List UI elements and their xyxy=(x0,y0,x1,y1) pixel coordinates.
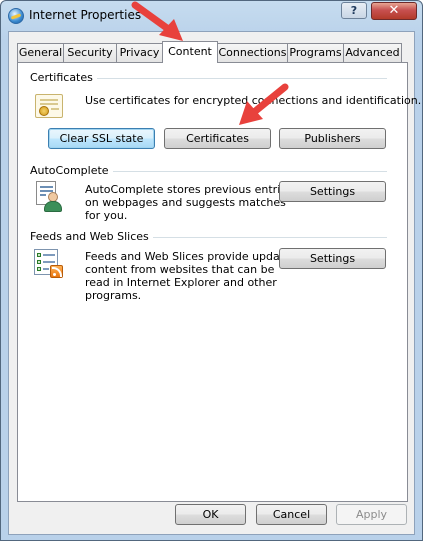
tab-programs[interactable]: Programs xyxy=(287,43,344,62)
certificates-divider xyxy=(90,78,387,79)
tab-content[interactable]: Content xyxy=(162,41,218,63)
feeds-divider xyxy=(150,237,387,238)
tab-privacy[interactable]: Privacy xyxy=(116,43,163,62)
tab-security[interactable]: Security xyxy=(63,43,117,62)
feeds-heading: Feeds and Web Slices xyxy=(30,230,153,243)
help-button[interactable]: ? xyxy=(341,2,367,19)
apply-button[interactable]: Apply xyxy=(336,504,407,525)
tab-advanced[interactable]: Advanced xyxy=(343,43,402,62)
certificates-heading: Certificates xyxy=(30,71,97,84)
dialog-client-area: General Security Privacy Content Connect… xyxy=(8,31,421,535)
certificates-button[interactable]: Certificates xyxy=(164,128,271,149)
close-button[interactable]: ✕ xyxy=(371,2,417,20)
cancel-button[interactable]: Cancel xyxy=(256,504,327,525)
tab-general[interactable]: General xyxy=(17,43,64,62)
internet-properties-window: Internet Properties ? ✕ General Security… xyxy=(0,0,423,541)
feeds-description: Feeds and Web Slices provide updated con… xyxy=(85,250,298,302)
publishers-button[interactable]: Publishers xyxy=(279,128,386,149)
content-tab-panel: Certificates Use certificates for encryp… xyxy=(17,62,421,502)
window-title: Internet Properties xyxy=(29,8,142,22)
autocomplete-heading: AutoComplete xyxy=(30,164,113,177)
certificate-icon xyxy=(35,94,63,118)
rss-icon xyxy=(50,265,63,278)
internet-explorer-icon xyxy=(8,8,24,24)
clear-ssl-state-button[interactable]: Clear SSL state xyxy=(48,128,155,149)
feeds-icon xyxy=(34,249,66,279)
autocomplete-icon xyxy=(34,181,66,213)
ok-button[interactable]: OK xyxy=(175,504,246,525)
feeds-settings-button[interactable]: Settings xyxy=(279,248,386,269)
certificates-description: Use certificates for encrypted connectio… xyxy=(85,94,422,107)
tab-connections[interactable]: Connections xyxy=(217,43,288,62)
autocomplete-settings-button[interactable]: Settings xyxy=(279,181,386,202)
title-bar[interactable]: Internet Properties ? ✕ xyxy=(1,1,422,31)
autocomplete-divider xyxy=(102,171,387,172)
autocomplete-description: AutoComplete stores previous entries on … xyxy=(85,183,293,222)
